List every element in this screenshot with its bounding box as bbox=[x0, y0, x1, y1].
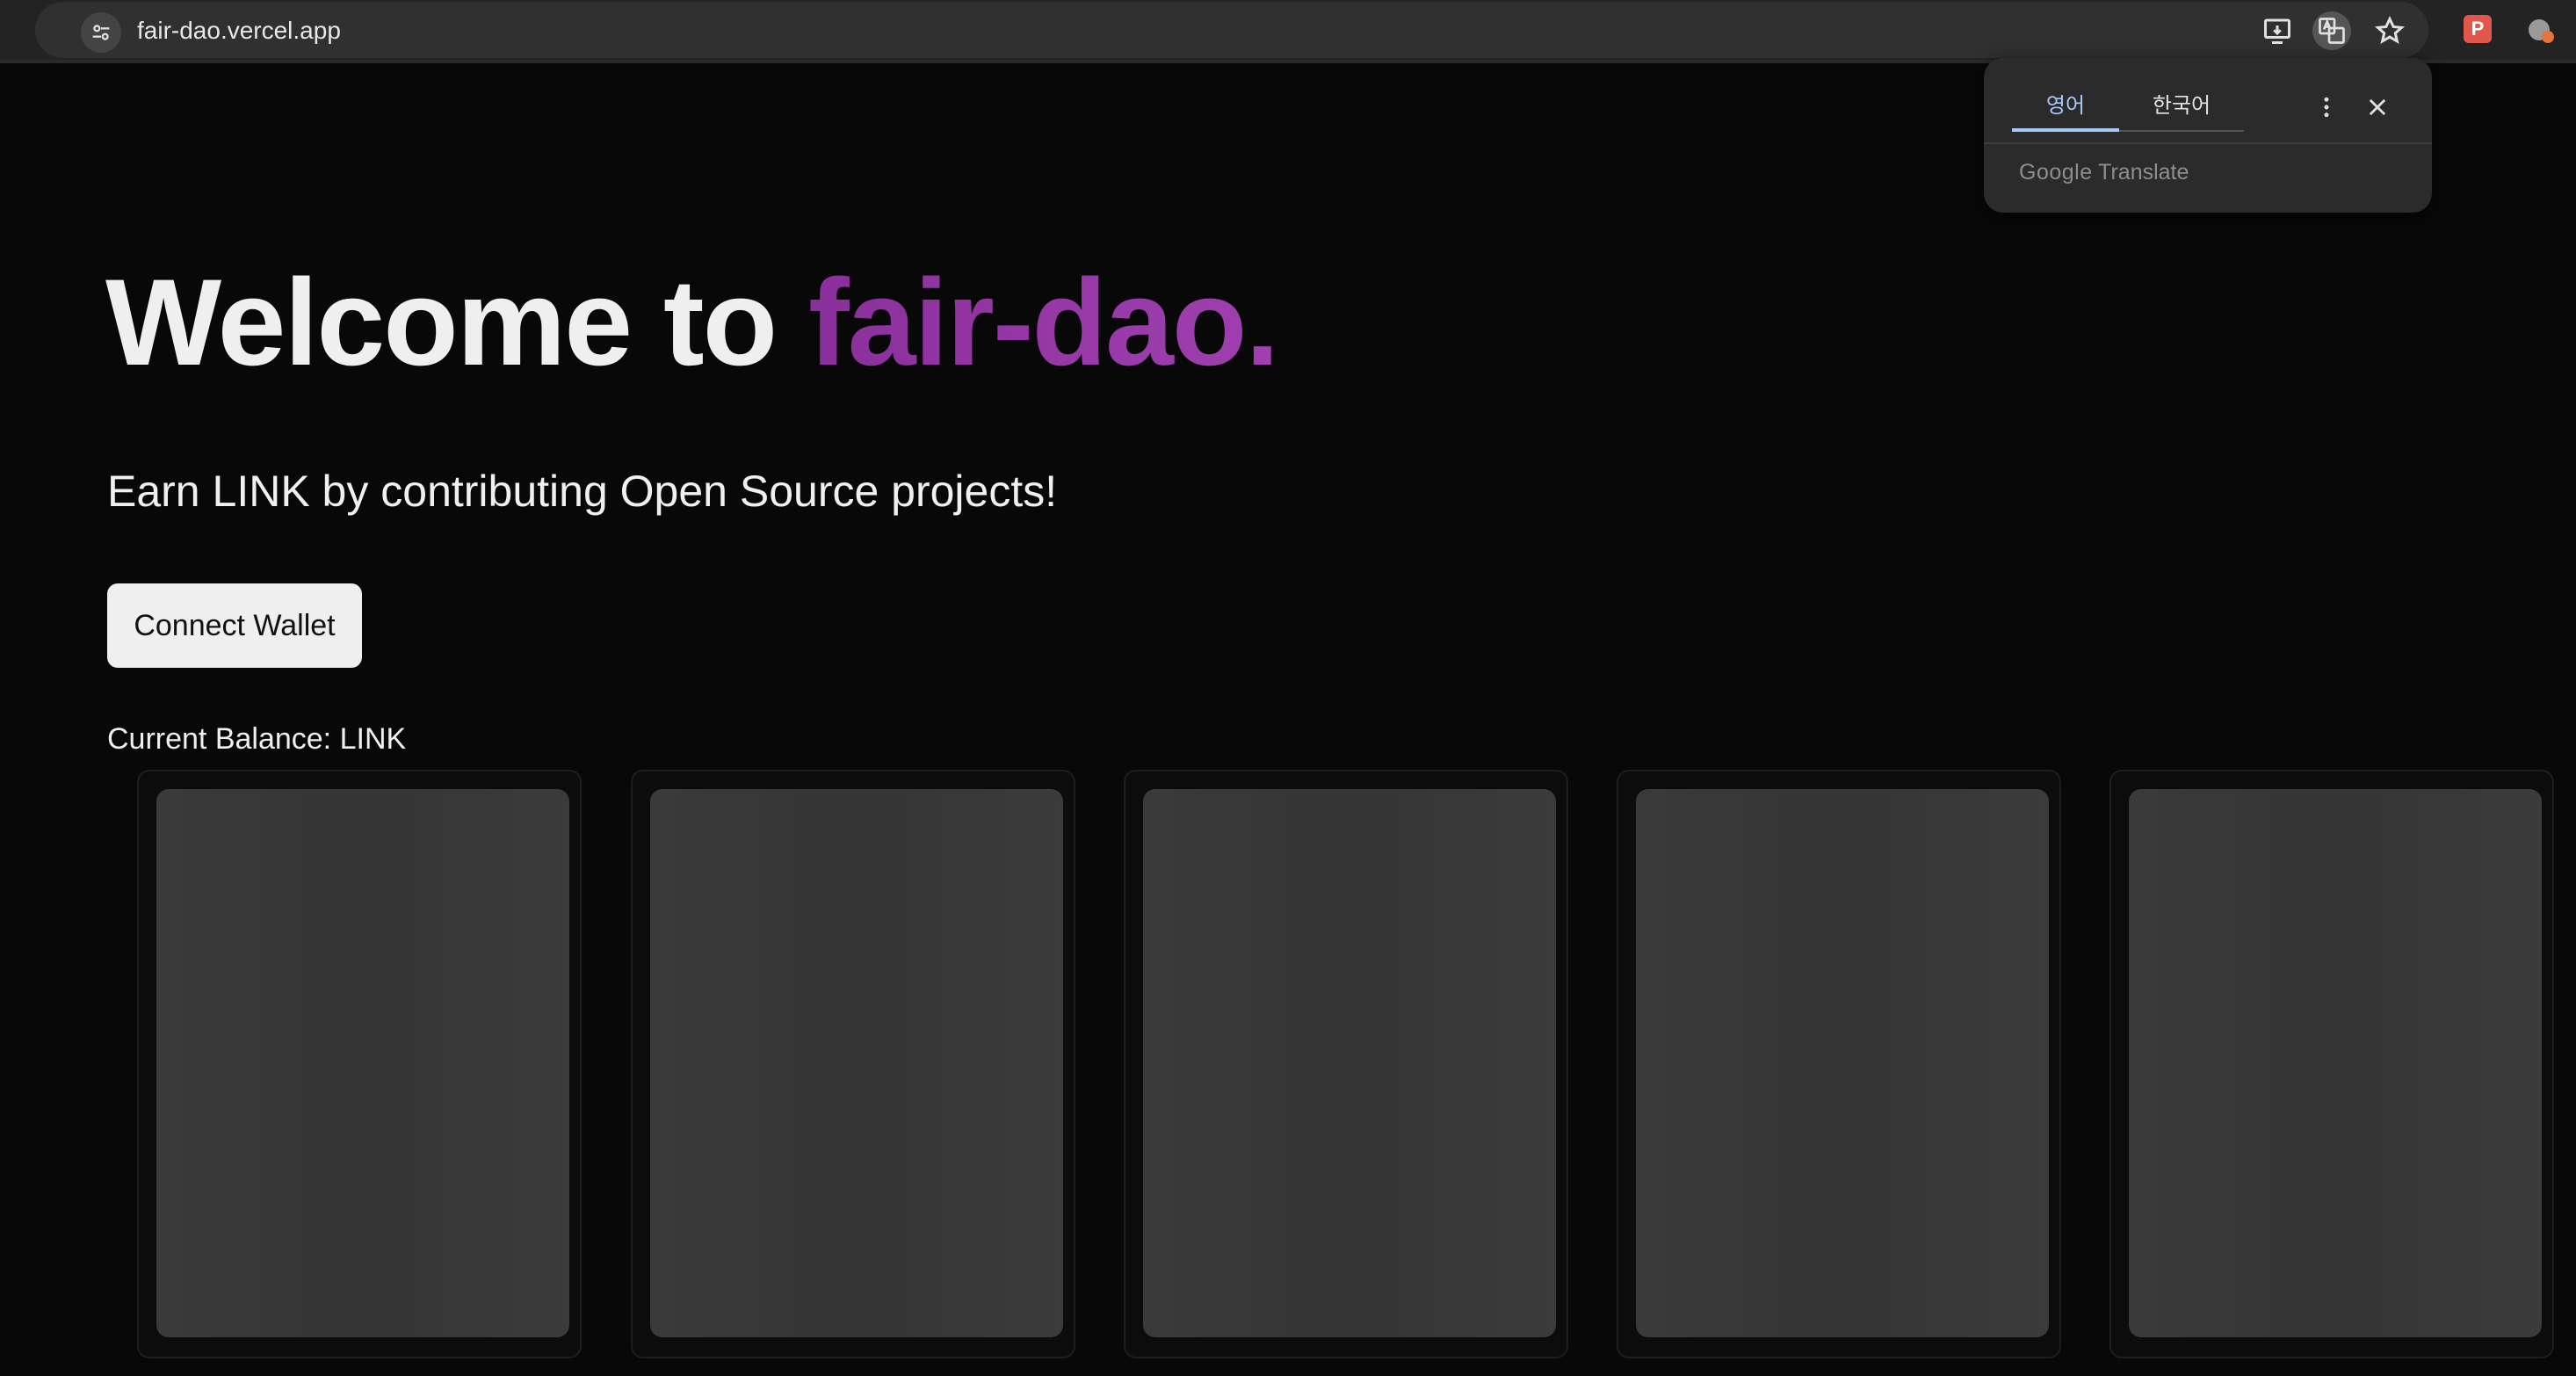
current-balance: Current Balance: LINK bbox=[107, 722, 406, 757]
google-wordmark: Google bbox=[2019, 160, 2093, 185]
headline-prefix: Welcome to bbox=[105, 253, 809, 391]
more-options-icon[interactable] bbox=[2309, 90, 2344, 125]
browser-toolbar: fair-dao.vercel.app P bbox=[0, 0, 2576, 63]
project-card[interactable] bbox=[1617, 770, 2061, 1358]
translate-wordmark: Translate bbox=[2098, 160, 2189, 185]
card-skeleton bbox=[1143, 789, 1556, 1337]
page-title: Welcome to fair-dao. bbox=[105, 248, 1279, 397]
star-icon[interactable] bbox=[2370, 11, 2409, 50]
tab-source-language[interactable]: 영어 bbox=[2012, 84, 2119, 132]
project-card[interactable] bbox=[137, 770, 582, 1358]
page-subtitle: Earn LINK by contributing Open Source pr… bbox=[107, 467, 1058, 516]
project-card[interactable] bbox=[1124, 770, 1568, 1358]
translate-popup: 영어 한국어 Google Translate bbox=[1984, 58, 2432, 213]
install-app-icon[interactable] bbox=[2258, 11, 2297, 50]
tab-target-language[interactable]: 한국어 bbox=[2119, 84, 2244, 132]
profile-icon[interactable] bbox=[2523, 12, 2558, 47]
close-icon[interactable] bbox=[2360, 90, 2395, 125]
balance-unit: LINK bbox=[339, 722, 407, 756]
translate-icon[interactable] bbox=[2312, 11, 2351, 50]
tune-icon[interactable] bbox=[81, 12, 121, 53]
google-translate-brand: Google Translate bbox=[2019, 160, 2189, 185]
card-skeleton bbox=[2129, 789, 2542, 1337]
card-skeleton bbox=[1636, 789, 2049, 1337]
card-skeleton bbox=[650, 789, 1063, 1337]
project-card[interactable] bbox=[2109, 770, 2554, 1358]
divider bbox=[1984, 142, 2432, 144]
connect-wallet-button[interactable]: Connect Wallet bbox=[107, 583, 362, 668]
url-text[interactable]: fair-dao.vercel.app bbox=[137, 17, 341, 45]
balance-label: Current Balance: bbox=[107, 722, 332, 756]
address-bar[interactable]: fair-dao.vercel.app bbox=[35, 2, 2428, 58]
extension-red-icon[interactable]: P bbox=[2464, 15, 2492, 43]
card-skeleton bbox=[156, 789, 569, 1337]
project-card[interactable] bbox=[631, 770, 1075, 1358]
brand-name: fair-dao. bbox=[808, 253, 1279, 391]
